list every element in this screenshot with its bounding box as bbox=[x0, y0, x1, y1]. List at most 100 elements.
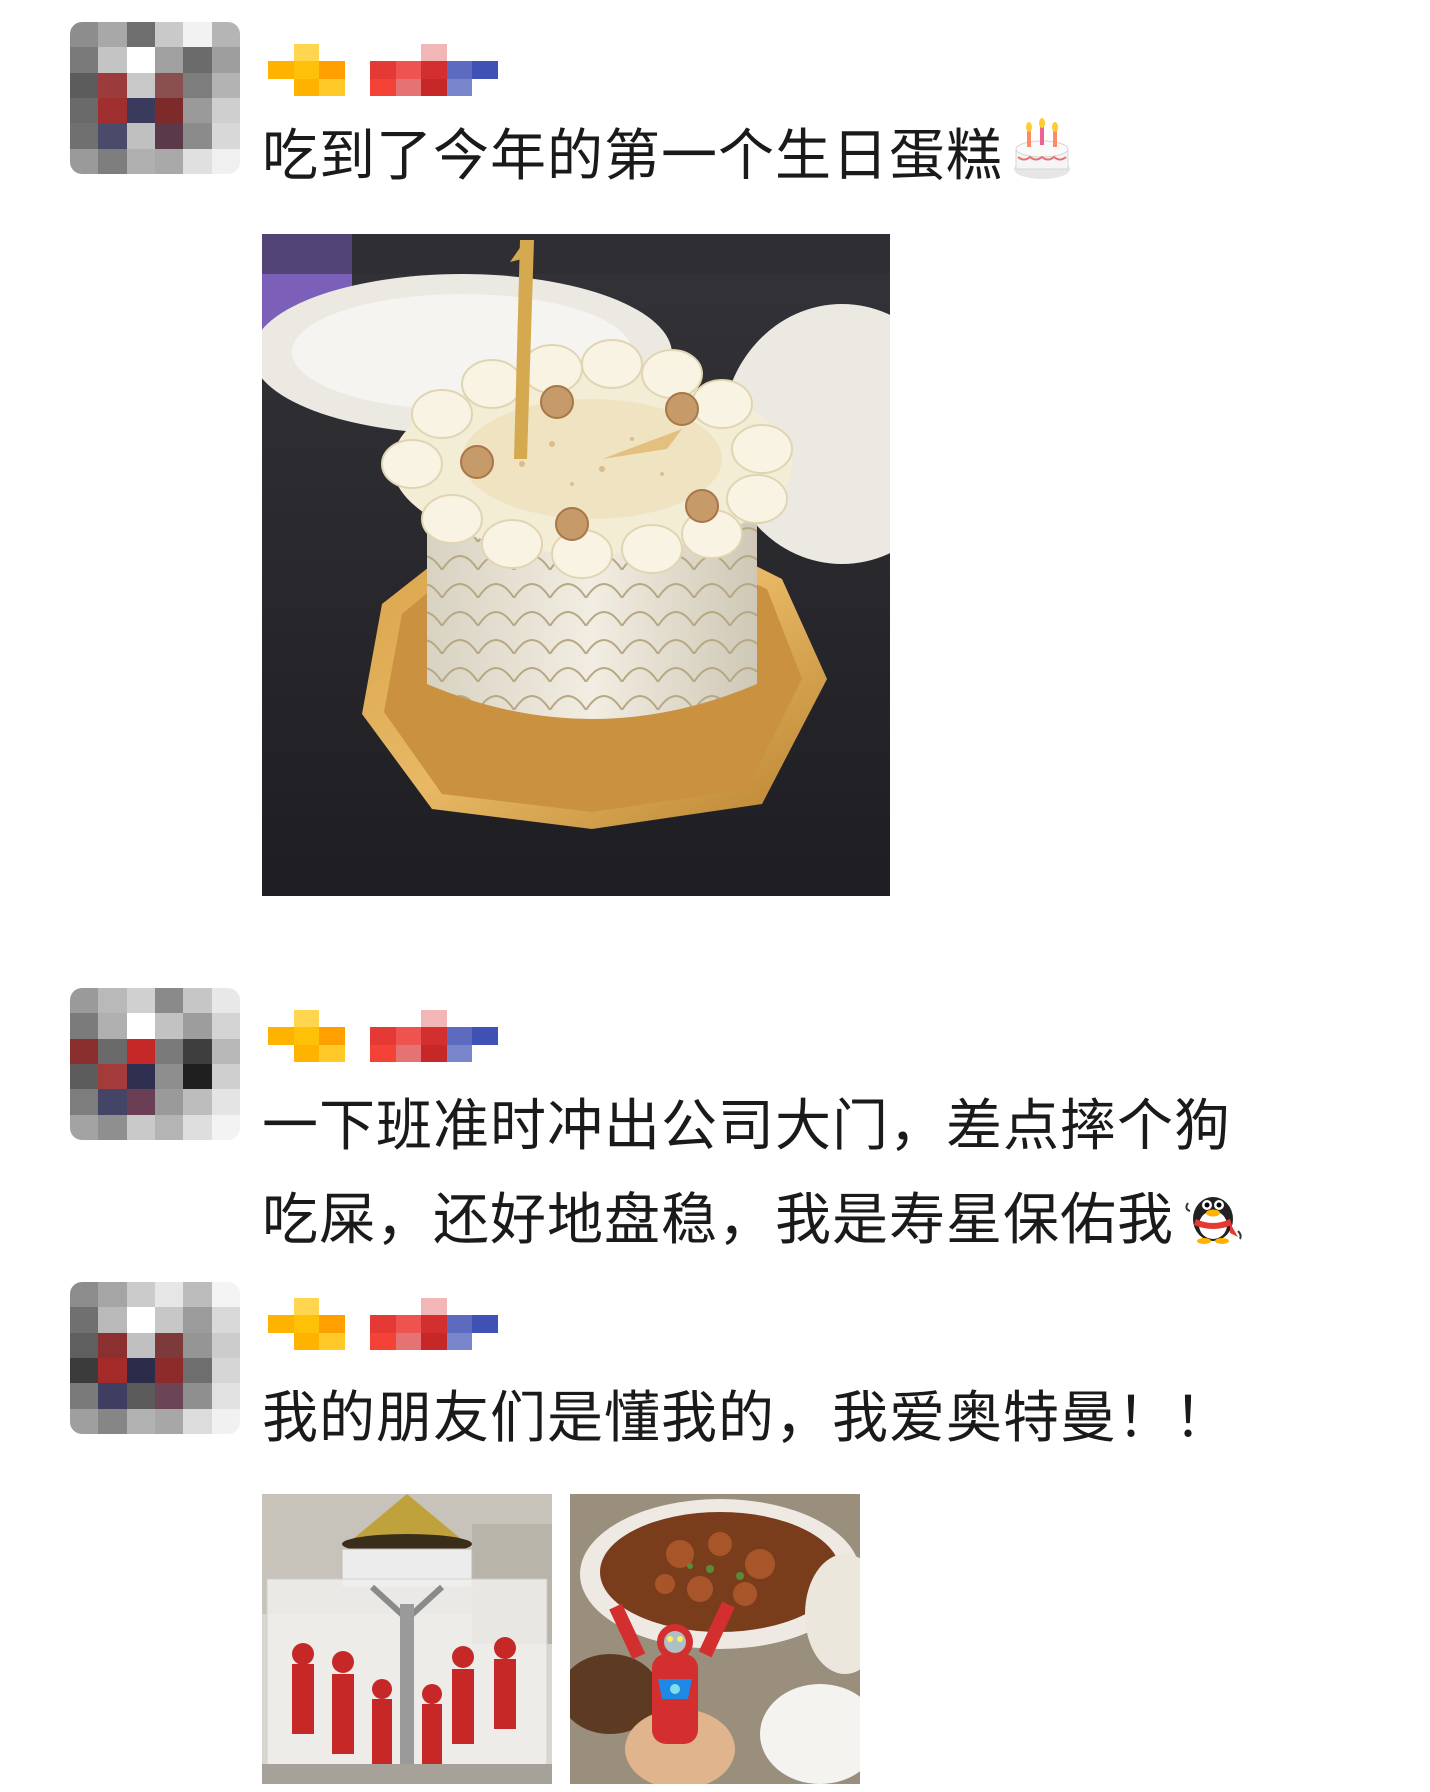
mosaic-tile bbox=[183, 1013, 212, 1039]
username-pixelated[interactable] bbox=[268, 44, 498, 96]
mosaic-tile bbox=[183, 1064, 212, 1090]
mosaic-tile bbox=[98, 1064, 127, 1090]
mosaic-tile bbox=[183, 1383, 212, 1409]
mosaic-tile bbox=[70, 148, 99, 174]
mosaic-tile bbox=[98, 1332, 127, 1358]
photo-ultraman-cake-box[interactable] bbox=[262, 1494, 552, 1784]
mosaic-tile bbox=[268, 1315, 294, 1333]
mosaic-tile bbox=[395, 1315, 422, 1333]
mosaic-tile bbox=[70, 1282, 99, 1308]
mosaic-tile bbox=[126, 1064, 155, 1090]
mosaic-tile bbox=[421, 61, 447, 79]
mosaic-tile bbox=[319, 1315, 345, 1333]
mosaic-tile bbox=[211, 47, 240, 73]
post-text: 一下班准时冲出公司大门，差点摔个狗 吃屎，还好地盘稳，我是寿星保佑我 bbox=[262, 1080, 1246, 1276]
mosaic-tile bbox=[126, 72, 155, 98]
mosaic-tile bbox=[155, 1332, 184, 1358]
mosaic-tile bbox=[446, 1332, 473, 1350]
photo-birthday-cake[interactable] bbox=[262, 234, 890, 896]
mosaic-tile bbox=[70, 47, 99, 73]
mosaic-tile bbox=[395, 1332, 422, 1350]
mosaic-tile bbox=[211, 1358, 240, 1384]
avatar-pixelated[interactable] bbox=[70, 22, 240, 174]
photo-ultraman-food[interactable] bbox=[570, 1494, 860, 1784]
mosaic-tile bbox=[126, 148, 155, 174]
post-text-line: 我的朋友们是懂我的，我爱奥特曼！！ bbox=[262, 1386, 1231, 1451]
mosaic-tile bbox=[370, 1298, 396, 1316]
mosaic-tile bbox=[395, 1044, 422, 1062]
mosaic-tile bbox=[370, 44, 396, 62]
mosaic-tile bbox=[155, 1383, 184, 1409]
post-text-line: 吃到了今年的第一个生日蛋糕 bbox=[262, 124, 1003, 189]
mosaic-tile bbox=[98, 98, 127, 124]
avatar-pixelated[interactable] bbox=[70, 1282, 240, 1434]
mosaic-tile bbox=[126, 1038, 155, 1064]
mosaic-tile bbox=[98, 1114, 127, 1140]
mosaic-tile bbox=[155, 1282, 184, 1308]
mosaic-tile bbox=[211, 1038, 240, 1064]
mosaic-tile bbox=[98, 1307, 127, 1333]
mosaic-tile bbox=[155, 1114, 184, 1140]
ultraman-food-illustration bbox=[570, 1494, 860, 1784]
mosaic-tile bbox=[70, 22, 99, 48]
mosaic-tile bbox=[70, 1408, 99, 1434]
mosaic-tile bbox=[126, 1358, 155, 1384]
mosaic-tile bbox=[421, 1010, 447, 1028]
mosaic-tile bbox=[126, 98, 155, 124]
mosaic-tile bbox=[155, 1013, 184, 1039]
mosaic-tile bbox=[155, 1307, 184, 1333]
mosaic-tile bbox=[70, 98, 99, 124]
mosaic-tile bbox=[126, 1307, 155, 1333]
username-pixelated[interactable] bbox=[268, 1298, 498, 1350]
mosaic-tile bbox=[395, 44, 422, 62]
mosaic-tile bbox=[211, 1064, 240, 1090]
mosaic-tile bbox=[70, 1064, 99, 1090]
mosaic-tile bbox=[126, 1383, 155, 1409]
avatar-pixelated[interactable] bbox=[70, 988, 240, 1140]
mosaic-tile bbox=[472, 1332, 498, 1350]
post-text: 吃到了今年的第一个生日蛋糕 bbox=[262, 110, 1075, 212]
mosaic-tile bbox=[319, 61, 345, 79]
mosaic-tile bbox=[319, 1044, 345, 1062]
mosaic-tile bbox=[446, 1044, 473, 1062]
mosaic-tile bbox=[126, 47, 155, 73]
mosaic-tile bbox=[472, 1027, 498, 1045]
mosaic-tile bbox=[344, 78, 371, 96]
mosaic-tile bbox=[344, 1044, 371, 1062]
mosaic-tile bbox=[446, 1010, 473, 1028]
mosaic-tile bbox=[183, 72, 212, 98]
mosaic-tile bbox=[126, 1408, 155, 1434]
mosaic-tile bbox=[370, 61, 396, 79]
cake-photo-illustration bbox=[262, 234, 890, 896]
mosaic-tile bbox=[395, 78, 422, 96]
mosaic-tile bbox=[70, 123, 99, 149]
mosaic-tile bbox=[155, 1064, 184, 1090]
username-pixelated[interactable] bbox=[268, 1010, 498, 1062]
mosaic-tile bbox=[446, 61, 473, 79]
mosaic-tile bbox=[293, 1044, 320, 1062]
mosaic-tile bbox=[155, 98, 184, 124]
mosaic-tile bbox=[183, 123, 212, 149]
mosaic-tile bbox=[98, 72, 127, 98]
mosaic-tile bbox=[395, 61, 422, 79]
mosaic-tile bbox=[70, 988, 99, 1014]
mosaic-tile bbox=[211, 1408, 240, 1434]
post-text-line: 一下班准时冲出公司大门，差点摔个狗 bbox=[262, 1094, 1231, 1159]
mosaic-tile bbox=[183, 148, 212, 174]
mosaic-tile bbox=[446, 1027, 473, 1045]
mosaic-tile bbox=[268, 1332, 294, 1350]
mosaic-tile bbox=[421, 1027, 447, 1045]
mosaic-tile bbox=[421, 1298, 447, 1316]
mosaic-tile bbox=[155, 47, 184, 73]
mosaic-tile bbox=[344, 1332, 371, 1350]
mosaic-tile bbox=[183, 47, 212, 73]
mosaic-tile bbox=[98, 1358, 127, 1384]
mosaic-tile bbox=[268, 1044, 294, 1062]
mosaic-tile bbox=[268, 1010, 294, 1028]
mosaic-tile bbox=[183, 98, 212, 124]
mosaic-tile bbox=[395, 1298, 422, 1316]
mosaic-tile bbox=[183, 1408, 212, 1434]
qq-penguin-icon bbox=[1180, 1181, 1246, 1276]
mosaic-tile bbox=[155, 148, 184, 174]
mosaic-tile bbox=[268, 1027, 294, 1045]
